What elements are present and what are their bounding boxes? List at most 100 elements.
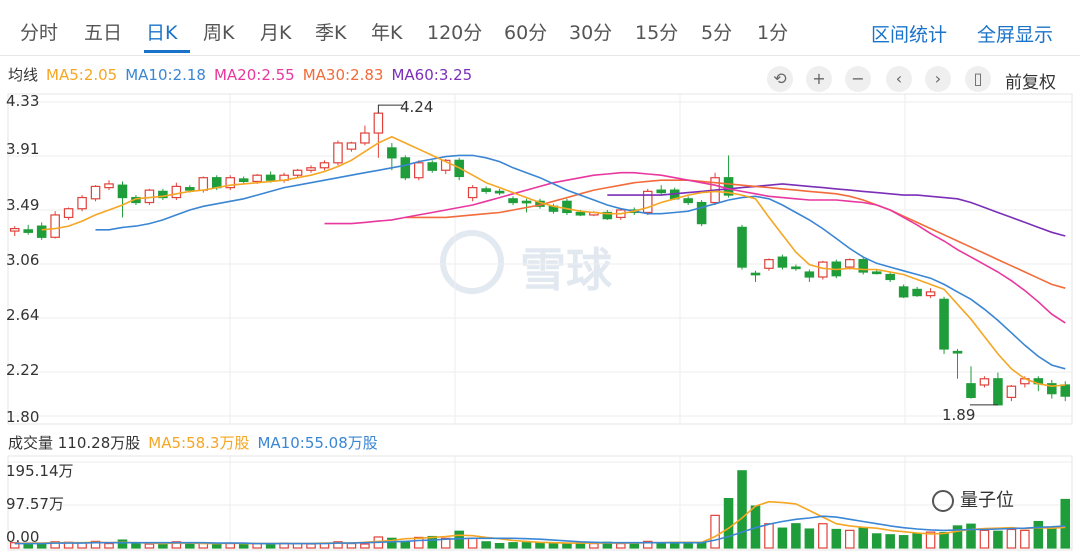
candle-body: [77, 196, 87, 210]
volume-bar: [265, 543, 276, 549]
candle-body: [373, 112, 384, 134]
volume-bar: [535, 542, 545, 549]
price-axis-label: 2.64: [6, 306, 40, 324]
candle-body: [750, 272, 761, 276]
price-axis-label: 3.91: [6, 140, 40, 158]
volume-bar: [238, 543, 249, 549]
ma10-line: [95, 154, 1066, 370]
volume-bar: [467, 537, 478, 549]
candle-body: [508, 198, 518, 204]
volume-legend: 成交量 110.28万股 MA5:58.3万股 MA10:55.08万股: [8, 432, 386, 453]
volume-ma10: MA10:55.08万股: [257, 434, 378, 452]
candle-body: [346, 142, 357, 150]
volume-bar: [481, 541, 491, 549]
candle-body: [979, 378, 990, 386]
high-price-annotation: 4.24: [400, 98, 434, 116]
volume-bar: [764, 523, 774, 549]
volume-bar: [723, 498, 734, 549]
volume-bar: [791, 523, 801, 549]
volume-bar: [104, 542, 114, 549]
volume-bar: [589, 542, 599, 549]
volume-bar: [306, 543, 316, 549]
brand-watermark: 量子位: [932, 486, 1014, 512]
volume-bar: [508, 542, 518, 549]
candle-body: [414, 162, 424, 179]
candle-body: [791, 266, 801, 270]
candle-body: [562, 200, 572, 214]
candle-body: [696, 201, 707, 225]
candle-body: [292, 169, 303, 176]
candle-body: [952, 350, 963, 354]
volume-bar: [777, 527, 788, 549]
candle-body: [737, 226, 747, 268]
candle-body: [1006, 385, 1017, 398]
volume-bar: [737, 470, 747, 549]
candle-body: [144, 189, 155, 204]
volume-bar: [656, 542, 666, 549]
volume-bar: [898, 535, 909, 549]
volume-bar: [885, 534, 895, 549]
volume-bar: [616, 542, 626, 549]
volume-bar: [400, 540, 411, 549]
candle-body: [885, 273, 895, 281]
candle-body: [804, 271, 815, 278]
candle-body: [90, 185, 101, 200]
candle-body: [400, 157, 411, 179]
high-callout-line: [377, 104, 403, 114]
volume-bar: [1006, 528, 1017, 549]
volume-bar: [185, 542, 195, 549]
candle-body: [306, 167, 316, 171]
volume-axis-label: 195.14万: [6, 462, 74, 480]
candle-body: [481, 188, 491, 192]
candle-body: [171, 185, 182, 199]
candle-body: [23, 229, 33, 233]
volume-bar: [117, 539, 128, 549]
price-axis-label: 3.06: [6, 251, 40, 269]
volume-bar: [158, 543, 168, 549]
volume-bar: [521, 542, 532, 549]
volume-bar: [912, 532, 922, 549]
volume-bar: [211, 543, 222, 549]
volume-bar: [831, 528, 842, 549]
volume-bar: [1047, 527, 1057, 549]
volume-bar: [562, 543, 572, 549]
volume-bar: [683, 542, 693, 549]
brand-name: 量子位: [960, 490, 1014, 511]
volume-bar: [454, 530, 464, 549]
volume-bar: [1033, 520, 1044, 549]
candle-body: [265, 174, 276, 181]
volume-axis-label: 97.57万: [6, 495, 64, 513]
candle-body: [387, 147, 397, 159]
volume-bar: [144, 543, 155, 549]
candle-body: [185, 187, 195, 191]
candle-body: [898, 286, 909, 298]
price-panel-border: [7, 93, 1073, 425]
price-axis-label: 3.49: [6, 196, 40, 214]
wechat-icon: [932, 490, 954, 512]
candle-body: [777, 256, 788, 268]
candle-body: [521, 200, 532, 204]
candle-body: [211, 177, 222, 189]
candle-body: [104, 183, 114, 189]
candle-body: [63, 208, 74, 219]
price-axis-label: 1.80: [6, 408, 40, 426]
volume-bar: [804, 528, 815, 549]
candle-body: [966, 383, 976, 398]
candle-body: [198, 177, 209, 191]
candle-body: [818, 261, 828, 278]
candle-body: [467, 187, 478, 199]
volume-bar: [346, 542, 357, 549]
candle-body: [683, 198, 693, 204]
volume-bar: [494, 542, 505, 549]
candle-body: [36, 225, 47, 238]
candle-body: [1060, 384, 1071, 397]
price-axis-label: 4.33: [6, 92, 40, 110]
kline-chart[interactable]: [0, 0, 1080, 554]
candle-body: [939, 298, 949, 350]
candle-body: [427, 162, 438, 171]
candle-body: [844, 259, 855, 268]
candle-body: [993, 378, 1003, 406]
volume-bar: [858, 527, 869, 549]
volume-bar: [939, 531, 949, 549]
volume-value: 成交量 110.28万股: [8, 434, 141, 452]
